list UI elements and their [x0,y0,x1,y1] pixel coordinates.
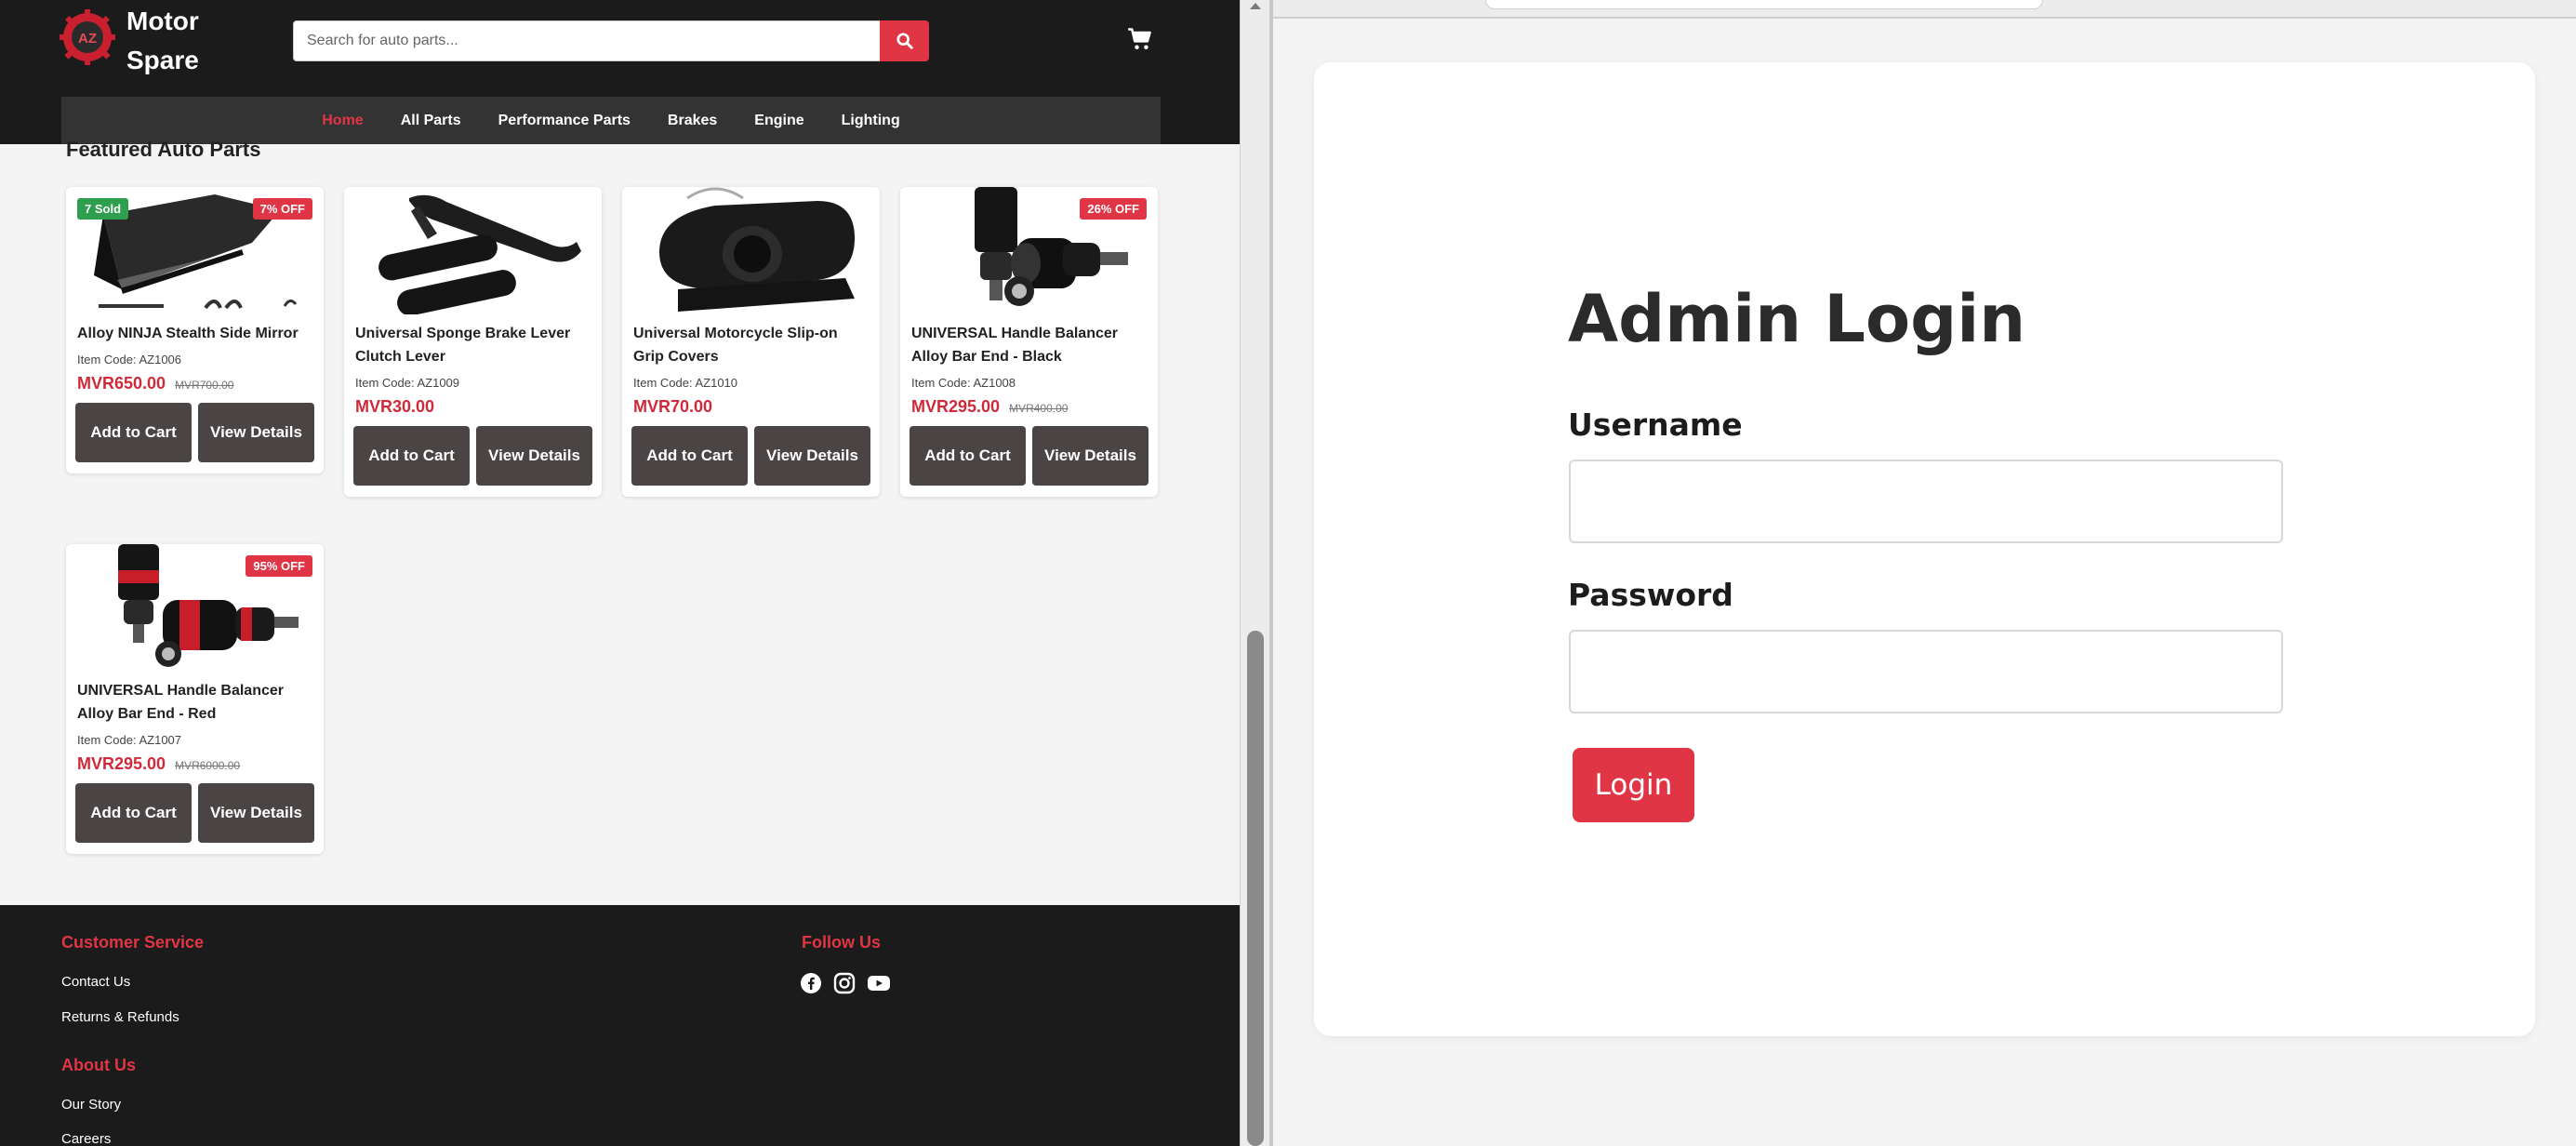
facebook-icon[interactable] [800,972,822,994]
view-details-button[interactable]: View Details [754,426,870,486]
item-code: Item Code: AZ1006 [77,353,182,366]
item-code: Item Code: AZ1007 [77,733,182,747]
follow-us-heading: Follow Us [802,933,881,952]
scroll-up-arrow-icon[interactable] [1246,0,1265,11]
scrollbar-thumb[interactable] [1247,631,1264,1146]
price: MVR30.00 [355,397,435,416]
price: MVR295.00 [911,397,1001,416]
product-card: 26% OFF UNIVERSAL Handle Balancer Alloy … [900,187,1158,497]
brand-line-1: Motor [126,7,199,35]
view-details-button[interactable]: View Details [1032,426,1149,486]
admin-pane: Admin Login Username Password Login [1273,0,2576,1146]
view-details-button[interactable]: View Details [198,783,314,843]
add-to-cart-button[interactable]: Add to Cart [75,403,192,462]
product-image-side-mirror[interactable]: 7 Sold 7% OFF [66,187,324,314]
search-input[interactable] [293,20,882,61]
product-card: Universal Motorcycle Slip-on Grip Covers… [622,187,880,497]
add-to-cart-button[interactable]: Add to Cart [910,426,1026,486]
add-to-cart-button[interactable]: Add to Cart [75,783,192,843]
footer-link-our-story[interactable]: Our Story [61,1097,121,1113]
search-button[interactable] [880,20,929,61]
item-code: Item Code: AZ1009 [355,376,460,390]
price: MVR70.00 [633,397,713,416]
product-image-brake-lever[interactable] [344,187,602,314]
brand-line-2: Spare [126,46,199,74]
product-card: 95% OFF UNIVERSAL Handle Balancer Alloy … [66,544,324,854]
nav-brakes[interactable]: Brakes [649,113,736,129]
discount-badge: 7% OFF [252,198,312,220]
instagram-icon[interactable] [833,972,856,994]
site-header: AZ Motor Spare Home All Parts [0,0,1240,144]
add-to-cart-button[interactable]: Add to Cart [353,426,470,486]
browser-chrome-strip [1273,0,2576,19]
logo-text: AZ [78,31,97,47]
price: MVR295.00 [77,754,166,773]
brand-name[interactable]: Motor Spare [126,2,199,80]
youtube-icon[interactable] [867,972,891,994]
product-card: 7 Sold 7% OFF Alloy NINJA Stealth Side M… [66,187,324,473]
product-name[interactable]: Universal Motorcycle Slip-on Grip Covers [622,322,880,368]
login-card [1314,62,2535,1036]
discount-badge: 26% OFF [1080,198,1147,220]
old-price: MVR400.00 [1009,402,1069,415]
product-name[interactable]: UNIVERSAL Handle Balancer Alloy Bar End … [66,679,324,726]
nav-all-parts[interactable]: All Parts [382,113,480,129]
password-label: Password [1568,577,1733,613]
product-card: Universal Sponge Brake Lever Clutch Leve… [344,187,602,497]
add-to-cart-button[interactable]: Add to Cart [631,426,748,486]
discount-badge: 95% OFF [246,555,312,577]
product-name[interactable]: Universal Sponge Brake Lever Clutch Leve… [344,322,602,368]
section-title: Featured Auto Parts [66,138,261,161]
footer-link-returns[interactable]: Returns & Refunds [61,1009,179,1025]
old-price: MVR700.00 [175,379,234,392]
sold-badge: 7 Sold [77,198,129,220]
view-details-button[interactable]: View Details [198,403,314,462]
customer-service-heading: Customer Service [61,933,205,952]
price: MVR650.00 [77,374,166,393]
logo-icon[interactable]: AZ [60,9,115,65]
view-details-button[interactable]: View Details [476,426,592,486]
product-image-grip-covers[interactable] [622,187,880,314]
product-name[interactable]: UNIVERSAL Handle Balancer Alloy Bar End … [900,322,1158,368]
product-image-bar-end-black[interactable]: 26% OFF [900,187,1158,314]
search-icon [896,33,913,49]
product-image-bar-end-red[interactable]: 95% OFF [66,544,324,672]
nav-performance-parts[interactable]: Performance Parts [480,113,649,129]
nav-lighting[interactable]: Lighting [823,113,919,129]
cart-icon[interactable] [1127,26,1153,52]
footer-link-careers[interactable]: Careers [61,1131,111,1146]
nav-home[interactable]: Home [303,113,381,129]
page-title: Admin Login [1568,281,2026,357]
username-label: Username [1568,406,1743,443]
login-button[interactable]: Login [1573,748,1694,822]
about-us-heading: About Us [61,1056,136,1074]
product-name[interactable]: Alloy NINJA Stealth Side Mirror [66,322,324,345]
old-price: MVR6000.00 [175,759,241,772]
username-field[interactable] [1569,460,2283,543]
address-bar[interactable] [1485,0,2043,9]
footer-link-contact-us[interactable]: Contact Us [61,974,130,990]
shop-pane: AZ Motor Spare Home All Parts [0,0,1240,1146]
site-footer: Customer Service Contact Us Returns & Re… [0,905,1240,1146]
password-field[interactable] [1569,630,2283,713]
nav-engine[interactable]: Engine [736,113,822,129]
item-code: Item Code: AZ1010 [633,376,738,390]
item-code: Item Code: AZ1008 [911,376,1016,390]
